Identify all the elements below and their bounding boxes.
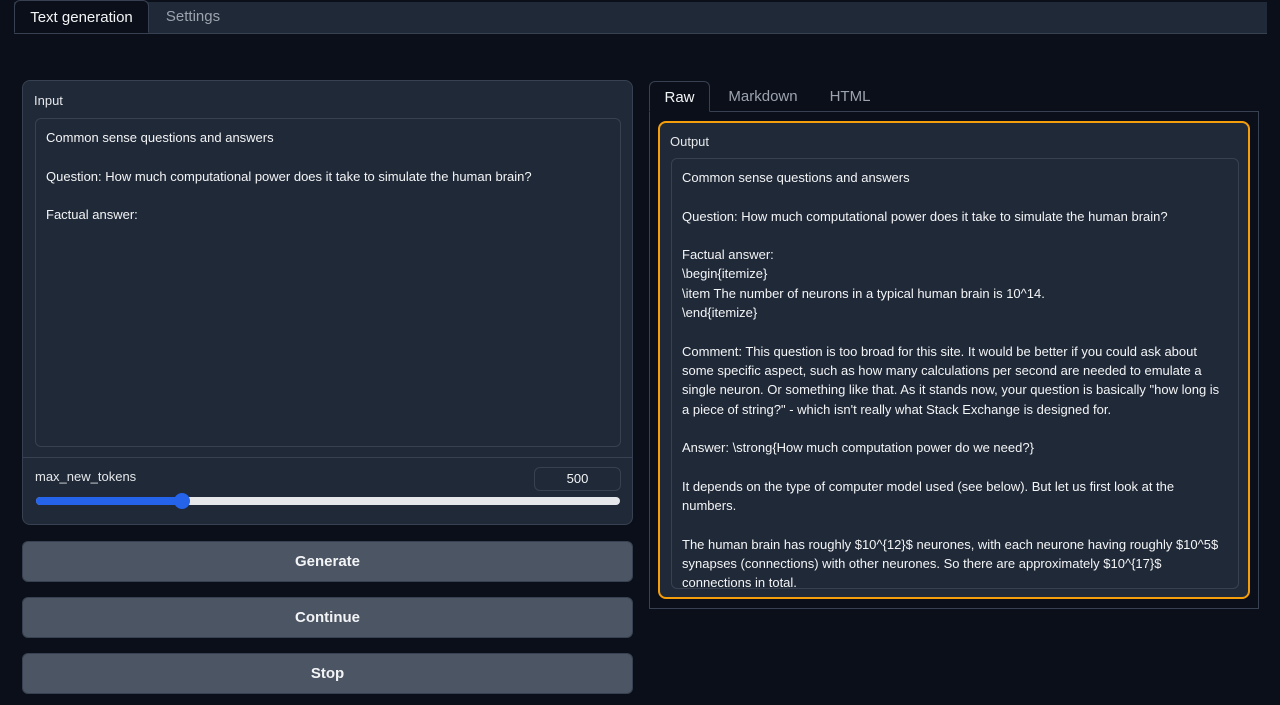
max-new-tokens-label: max_new_tokens	[35, 469, 137, 484]
output-panel: Output Common sense questions and answer…	[658, 121, 1250, 599]
slider-thumb[interactable]	[174, 493, 190, 509]
slider-fill	[36, 497, 182, 505]
input-textarea[interactable]: Common sense questions and answers Quest…	[35, 118, 621, 447]
max-new-tokens-slider[interactable]	[36, 493, 620, 509]
tab-settings[interactable]: Settings	[150, 0, 236, 33]
output-label: Output	[670, 134, 710, 149]
input-label: Input	[34, 93, 63, 108]
continue-button[interactable]: Continue	[22, 597, 633, 638]
input-divider	[23, 457, 632, 458]
stop-button[interactable]: Stop	[22, 653, 633, 694]
tab-text-generation[interactable]: Text generation	[14, 0, 149, 33]
max-new-tokens-input[interactable]: 500	[534, 467, 621, 491]
generate-button[interactable]: Generate	[22, 541, 633, 582]
output-textarea[interactable]: Common sense questions and answers Quest…	[671, 158, 1239, 589]
tab-html[interactable]: HTML	[818, 81, 882, 112]
tab-raw[interactable]: Raw	[649, 81, 710, 112]
input-panel: Input Common sense questions and answers…	[22, 80, 633, 525]
tab-markdown[interactable]: Markdown	[716, 81, 810, 112]
